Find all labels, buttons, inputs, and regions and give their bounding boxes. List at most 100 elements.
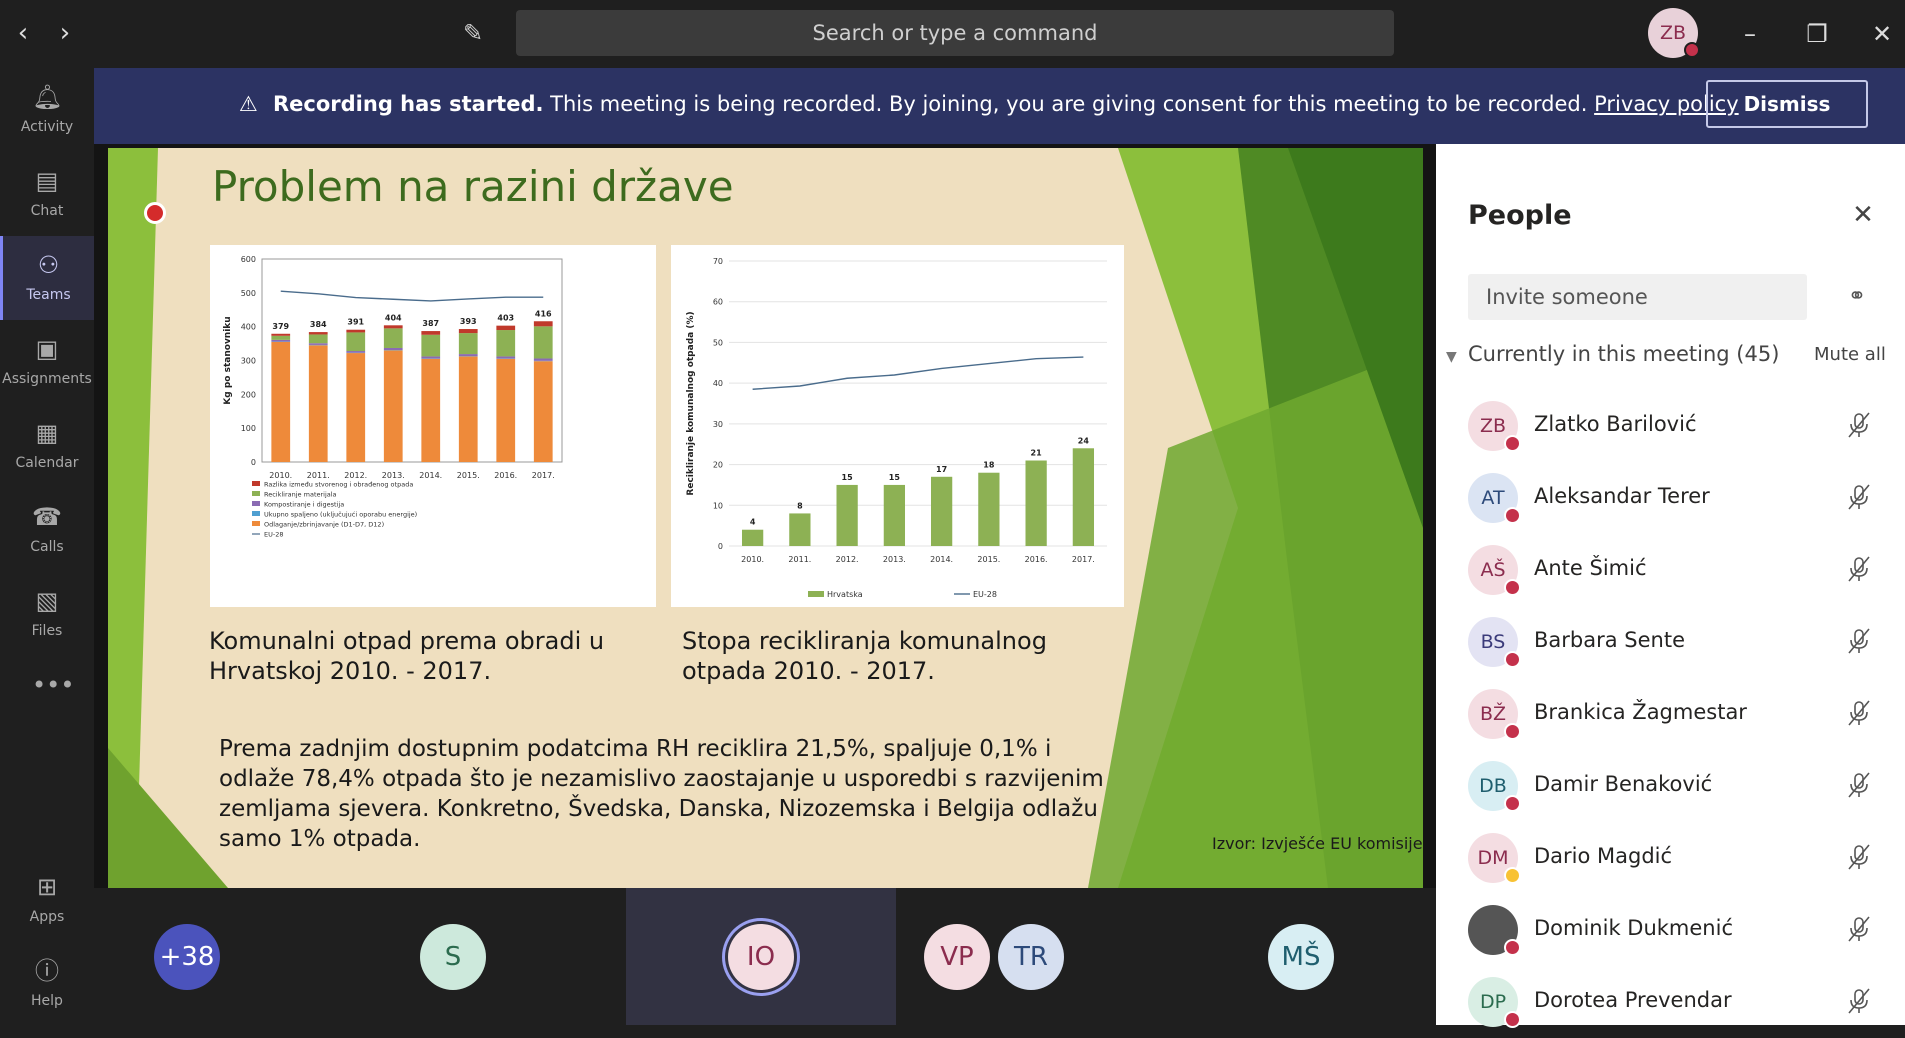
bar-segment <box>384 348 403 350</box>
legend-swatch <box>252 521 260 526</box>
bar-value-label: 391 <box>347 318 364 327</box>
bar-value-label: 404 <box>385 313 402 322</box>
mic-muted-icon[interactable] <box>1844 842 1874 872</box>
participant-name: Dario Magdić <box>1534 844 1672 868</box>
share-link-icon[interactable]: ⚭ <box>1840 280 1874 314</box>
invite-input[interactable]: Invite someone <box>1468 274 1807 320</box>
participant-name: Ante Šimić <box>1534 556 1647 580</box>
rail-item-help[interactable]: ⓘ Help <box>0 942 94 1026</box>
participant-row[interactable]: Dominik Dukmenić <box>1436 894 1905 966</box>
tile-participant[interactable]: VP <box>486 888 606 1025</box>
mic-muted-icon[interactable] <box>1844 410 1874 440</box>
apps-icon: ⊞ <box>32 872 62 902</box>
tile-participant[interactable]: TR <box>896 888 1166 1025</box>
participant-row[interactable]: ATAleksandar Terer <box>1436 462 1905 534</box>
presence-status-dot <box>1504 1011 1521 1028</box>
minimize-icon[interactable]: – <box>1730 14 1770 54</box>
legend-label: Odlaganje/zbrinjavanje (D1-D7, D12) <box>264 521 384 529</box>
close-panel-icon[interactable]: ✕ <box>1848 200 1878 230</box>
rail-item-files[interactable]: ▧ Files <box>0 572 94 656</box>
caption-line: Komunalni otpad prema obradi u <box>209 626 604 656</box>
rail-item-activity[interactable]: 🔔︎ Activity <box>0 68 94 152</box>
phone-icon: ☎ <box>32 502 62 532</box>
mute-all-button[interactable]: Mute all <box>1814 344 1886 365</box>
compose-icon[interactable]: ✎ <box>458 18 488 48</box>
bar-segment <box>309 345 328 462</box>
bar-segment <box>496 326 515 330</box>
bar-segment <box>421 359 440 462</box>
mic-muted-icon[interactable] <box>1844 626 1874 656</box>
tile-speaking-participant[interactable]: IO <box>626 888 896 1025</box>
participant-row[interactable]: DM Dario Magdić <box>1436 822 1905 894</box>
bar-segment <box>346 332 365 351</box>
participant-avatar: BŽ <box>1468 689 1518 739</box>
calendar-icon: ▦ <box>32 418 62 448</box>
rail-item-assignments[interactable]: ▣ Assignments <box>0 320 94 404</box>
people-title: People <box>1468 200 1572 231</box>
participant-row[interactable]: BŽBrankica Žagmestar <box>1436 678 1905 750</box>
bar-segment <box>534 358 553 360</box>
participant-avatar: DM <box>1468 833 1518 883</box>
warning-icon: ⚠ <box>239 92 261 116</box>
tile-participant[interactable]: MŠ <box>1166 888 1436 1025</box>
profile-avatar[interactable]: ZB <box>1648 8 1698 58</box>
rail-item-more[interactable]: ••• <box>0 656 94 740</box>
rail-item-apps[interactable]: ⊞ Apps <box>0 858 94 942</box>
participant-avatar <box>1468 905 1518 955</box>
bar-segment <box>346 353 365 462</box>
mic-muted-icon[interactable] <box>1844 770 1874 800</box>
tile-participant[interactable]: S <box>234 888 354 1025</box>
y-axis-label: Kg po stanovniku <box>223 316 233 404</box>
mic-muted-icon[interactable] <box>1844 698 1874 728</box>
rail-item-teams[interactable]: ⚇ Teams <box>0 236 94 320</box>
tile-participant[interactable]: NP <box>360 888 480 1025</box>
forward-arrow-icon[interactable]: › <box>50 18 80 48</box>
participant-row[interactable]: ZBZlatko Barilović <box>1436 390 1905 462</box>
back-arrow-icon[interactable]: ‹ <box>8 18 38 48</box>
restore-icon[interactable]: ❐ <box>1797 14 1837 54</box>
legend-label: EU-28 <box>264 531 283 539</box>
legend-label: Ukupno spaljeno (uključujući oporabu ene… <box>264 511 417 519</box>
x-tick-label: 2014. <box>419 471 442 480</box>
caption-line: Stopa recikliranja komunalnog <box>682 626 1047 656</box>
legend-label: Hrvatska <box>827 590 863 599</box>
rail-item-chat[interactable]: ▤ Chat <box>0 152 94 236</box>
banner-text: This meeting is being recorded. By joini… <box>543 92 1594 116</box>
chevron-down-icon: ▼ <box>1446 349 1468 365</box>
rail-label: Apps <box>30 909 65 925</box>
participant-row[interactable]: BSBarbara Sente <box>1436 606 1905 678</box>
paragraph-line: zemljama sjevera. Konkretno, Švedska, Da… <box>219 794 1119 824</box>
participant-row[interactable]: DBDamir Benaković <box>1436 750 1905 822</box>
rail-item-calls[interactable]: ☎ Calls <box>0 488 94 572</box>
x-tick-label: 2012. <box>344 471 367 480</box>
slide-source: Izvor: Izvješće EU komisije <box>1212 834 1423 853</box>
mic-muted-icon[interactable] <box>1844 986 1874 1016</box>
tile-overflow[interactable]: +38 <box>94 888 224 1025</box>
bar-segment <box>309 343 328 345</box>
bar-segment <box>978 473 999 546</box>
rail-item-calendar[interactable]: ▦ Calendar <box>0 404 94 488</box>
eu28-line <box>281 291 544 301</box>
chart-recycling-rate: 010203040506070Recikliranje komunalnog o… <box>671 245 1124 607</box>
dismiss-button[interactable]: Dismiss <box>1706 80 1868 128</box>
close-window-icon[interactable]: ✕ <box>1862 14 1902 54</box>
bar-segment <box>1073 448 1094 546</box>
participant-row[interactable]: AŠAnte Šimić <box>1436 534 1905 606</box>
participant-row[interactable]: DPDorotea Prevendar <box>1436 966 1905 1038</box>
participant-name: Dominik Dukmenić <box>1534 916 1733 940</box>
overflow-count-avatar: +38 <box>154 924 220 990</box>
mic-muted-icon[interactable] <box>1844 914 1874 944</box>
people-panel: People ✕ Invite someone ⚭ ▼Currently in … <box>1436 144 1905 1025</box>
paragraph-line: odlaže 78,4% otpada što je nezamislivo z… <box>219 764 1119 794</box>
x-tick-label: 2013. <box>883 555 906 564</box>
bar-segment <box>384 350 403 462</box>
y-tick-label: 40 <box>713 379 723 388</box>
section-toggle[interactable]: ▼Currently in this meeting (45) <box>1446 342 1779 366</box>
mic-muted-icon[interactable] <box>1844 554 1874 584</box>
bar-segment <box>421 356 440 358</box>
y-tick-label: 0 <box>718 542 723 551</box>
mic-muted-icon[interactable] <box>1844 482 1874 512</box>
legend-swatch <box>252 481 260 486</box>
search-input[interactable]: Search or type a command <box>516 10 1394 56</box>
help-icon: ⓘ <box>32 956 62 986</box>
